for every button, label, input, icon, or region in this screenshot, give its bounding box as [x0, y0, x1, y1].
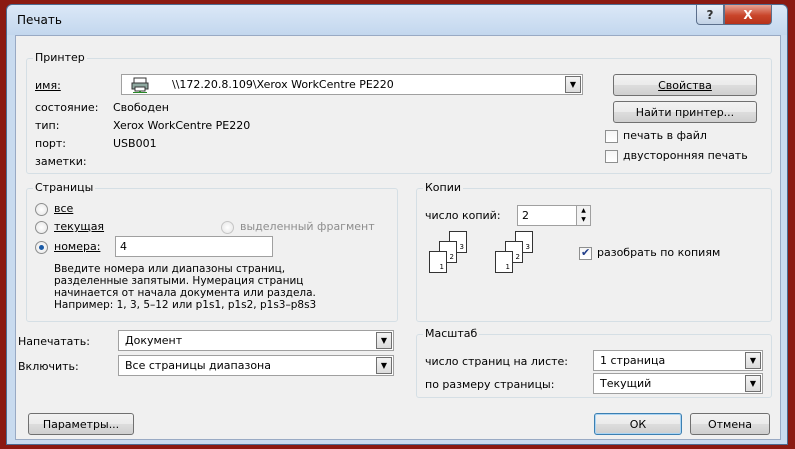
close-button[interactable]: X [724, 5, 772, 25]
pages-current-label[interactable]: текущая [54, 220, 104, 233]
title-bar: Печать ? X [7, 5, 787, 35]
pages-group: Страницы все текущая выделенный фрагмент… [26, 181, 398, 322]
pages-help-line-2: разделенные запятыми. Нумерация страниц [54, 275, 304, 287]
printer-name-value: \\172.20.8.109\Xerox WorkCentre PE220 [172, 78, 394, 91]
port-label: порт: [35, 137, 67, 150]
dialog-body: Принтер имя: \\172.20.8.109\Xerox WorkCe… [15, 35, 781, 440]
pages-numbers-label-text: номера: [54, 240, 101, 253]
scale-to-paper-value: Текущий [600, 377, 652, 390]
printer-name-label: имя: [35, 79, 61, 92]
pages-help-line-1: Введите номера или диапазоны страниц, [54, 263, 286, 275]
print-to-file-label[interactable]: печать в файл [623, 129, 707, 142]
copies-count-input[interactable]: 2 ▲ ▼ [517, 205, 591, 226]
scale-group: Масштаб число страниц на листе: 1 страни… [416, 327, 772, 398]
collate-page-3a-number: 3 [459, 243, 464, 251]
collate-label[interactable]: разобрать по копиям [597, 246, 720, 259]
chevron-down-icon[interactable]: ▼ [745, 352, 761, 369]
collate-page-1a-number: 1 [439, 263, 444, 271]
find-printer-button-label: Найти принтер... [635, 105, 735, 119]
printer-group: Принтер имя: \\172.20.8.109\Xerox WorkCe… [26, 51, 772, 174]
print-to-file-checkbox[interactable] [605, 130, 618, 143]
copies-count-label: число копий: [425, 209, 501, 222]
cancel-button-label: Отмена [707, 417, 753, 431]
pages-selection-radio [221, 221, 234, 234]
collate-checkbox[interactable] [579, 246, 592, 260]
pages-all-label-text: все [54, 202, 74, 215]
scale-to-paper-select[interactable]: Текущий ▼ [593, 373, 763, 394]
spin-arrows-icon[interactable]: ▲ ▼ [576, 206, 590, 225]
scale-to-paper-label: по размеру страницы: [425, 378, 555, 391]
copies-count-value: 2 [522, 209, 529, 222]
duplex-label[interactable]: двусторонняя печать [623, 149, 748, 162]
printer-name-select[interactable]: \\172.20.8.109\Xerox WorkCentre PE220 ▼ [121, 74, 583, 95]
include-label: Включить: [18, 360, 79, 373]
close-icon: X [743, 7, 753, 22]
ok-button[interactable]: ОК [594, 413, 682, 435]
collate-page-2a-number: 2 [449, 253, 454, 261]
collate-page-2b-number: 2 [515, 253, 520, 261]
pages-numbers-input[interactable]: 4 [115, 236, 273, 257]
scale-group-title: Масштаб [423, 327, 480, 340]
print-what-select[interactable]: Документ ▼ [118, 330, 394, 351]
find-printer-button[interactable]: Найти принтер... [613, 101, 757, 123]
status-label: состояние: [35, 101, 99, 114]
options-button[interactable]: Параметры... [28, 413, 134, 435]
type-label: тип: [35, 119, 60, 132]
options-button-label: Параметры... [42, 417, 120, 431]
cancel-button[interactable]: Отмена [690, 413, 770, 435]
collate-page-1a: 1 [429, 251, 447, 273]
pages-numbers-label[interactable]: номера: [54, 240, 100, 253]
help-icon: ? [706, 7, 714, 22]
pages-current-radio[interactable] [35, 221, 48, 234]
status-value: Свободен [113, 101, 169, 114]
help-button[interactable]: ? [696, 5, 724, 25]
copies-group: Копии число копий: 2 ▲▼ 3 2 1 3 2 1 разо… [416, 181, 772, 322]
pages-current-label-text: текущая [54, 220, 105, 233]
pages-help-line-4: Например: 1, 3, 5–12 или p1s1, p1s2, p1s… [54, 299, 317, 311]
dialog-title: Печать [17, 13, 62, 27]
printer-group-title: Принтер [33, 51, 87, 64]
chevron-down-icon[interactable]: ▼ [565, 76, 581, 93]
pages-per-sheet-select[interactable]: 1 страница ▼ [593, 350, 763, 371]
collate-page-1b: 1 [495, 251, 513, 273]
pages-group-title: Страницы [33, 181, 96, 194]
duplex-checkbox[interactable] [605, 150, 618, 163]
properties-button-label: Свойства [658, 78, 712, 92]
properties-button[interactable]: Свойства [613, 74, 757, 96]
collate-page-3b-number: 3 [525, 243, 530, 251]
print-what-label: Напечатать: [18, 335, 90, 348]
network-printer-icon [131, 77, 149, 93]
include-value: Все страницы диапазона [125, 359, 271, 372]
collate-page-1b-number: 1 [505, 263, 510, 271]
port-value: USB001 [113, 137, 157, 150]
pages-help-line-3: начинается от начала документа или разде… [54, 287, 316, 299]
pages-per-sheet-value: 1 страница [600, 354, 666, 367]
copies-group-title: Копии [423, 181, 464, 194]
pages-all-label[interactable]: все [54, 202, 73, 215]
notes-label: заметки: [35, 155, 87, 168]
pages-selection-label: выделенный фрагмент [240, 220, 375, 233]
include-select[interactable]: Все страницы диапазона ▼ [118, 355, 394, 376]
print-dialog: Печать ? X Принтер имя: \\172.20.8.109\X… [6, 4, 788, 445]
type-value: Xerox WorkCentre PE220 [113, 119, 251, 132]
pages-per-sheet-label: число страниц на листе: [425, 355, 568, 368]
pages-all-radio[interactable] [35, 203, 48, 216]
pages-numbers-input-value: 4 [120, 240, 127, 253]
pages-numbers-radio[interactable] [35, 241, 48, 254]
chevron-down-icon[interactable]: ▼ [376, 332, 392, 349]
chevron-down-icon[interactable]: ▼ [745, 375, 761, 392]
printer-name-label-text: имя: [35, 79, 61, 92]
ok-button-label: ОК [629, 417, 647, 431]
chevron-down-icon[interactable]: ▼ [376, 357, 392, 374]
print-what-value: Документ [125, 334, 183, 347]
